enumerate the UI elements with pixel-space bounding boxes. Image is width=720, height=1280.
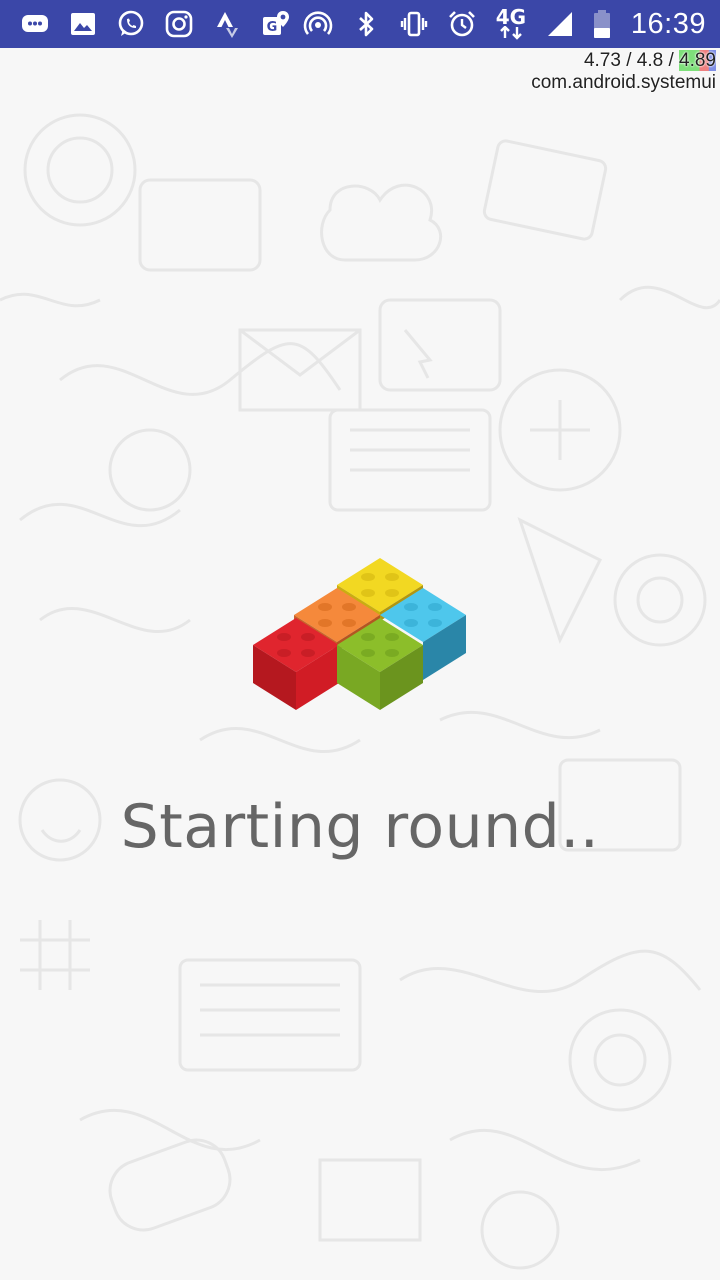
battery-icon [591, 7, 613, 41]
svg-text:G: G [267, 20, 278, 35]
strava-icon [210, 7, 244, 41]
lego-bricks-logo [253, 558, 466, 710]
whatsapp-icon [114, 7, 148, 41]
alarm-icon [445, 7, 479, 41]
system-icons: 4G 16:39 [301, 7, 706, 41]
gallery-icon [66, 7, 100, 41]
instagram-icon [162, 7, 196, 41]
vibrate-icon [397, 7, 431, 41]
network-4g-icon: 4G [493, 7, 529, 41]
network-type-label: 4G [495, 5, 527, 29]
status-bar: G 4G 16:39 [0, 0, 720, 48]
notification-icons: G [18, 7, 292, 41]
bluetooth-icon [349, 7, 383, 41]
maps-icon: G [258, 7, 292, 41]
clock: 16:39 [630, 7, 706, 40]
hotspot-icon [301, 7, 335, 41]
messages-icon [18, 7, 52, 41]
starting-round-text: Starting round.. [120, 792, 600, 862]
signal-icon [543, 7, 577, 41]
